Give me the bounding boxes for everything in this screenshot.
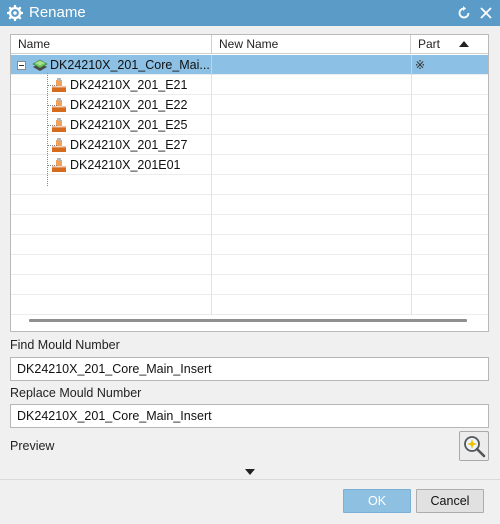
sort-ascending-icon[interactable] [459,41,469,47]
row-name: DK24210X_201_E22 [70,98,188,112]
column-header-new-name[interactable]: New Name [212,35,411,54]
gear-icon[interactable] [7,5,23,21]
row-name: DK24210X_201_E21 [70,78,188,92]
row-name: DK24210X_201E01 [70,158,181,172]
empty-row [11,175,488,195]
find-mould-number-input[interactable]: DK24210X_201_Core_Main_Insert [10,357,489,381]
preview-magnifier-icon [464,436,486,458]
replace-label: Replace Mould Number [10,386,142,400]
collapse-toggle-icon[interactable] [17,61,26,70]
rename-table[interactable]: Name New Name Part DK24210X_201_Core_Mai… [10,34,489,332]
column-header-part[interactable]: Part [411,35,488,54]
cancel-button[interactable]: Cancel [416,489,484,513]
empty-row [11,275,488,295]
replace-mould-number-input[interactable]: DK24210X_201_Core_Main_Insert [10,404,489,428]
table-body: DK24210X_201_Core_Mai... ※ DK24210X_201_… [11,55,488,315]
table-row[interactable]: DK24210X_201_Core_Mai... ※ [11,55,488,75]
tree-connector [47,165,57,166]
part-marker: ※ [415,58,426,72]
preview-button[interactable] [459,431,489,461]
empty-row [11,235,488,255]
preview-label: Preview [10,439,55,453]
reset-icon[interactable] [456,5,472,21]
row-name: DK24210X_201_E25 [70,118,188,132]
tree-connector [47,145,57,146]
assembly-icon [32,59,48,71]
empty-row [11,215,488,235]
column-header-name[interactable]: Name [11,35,212,54]
row-name: DK24210X_201_E27 [70,138,188,152]
window-title: Rename [29,4,86,21]
empty-row [11,295,488,315]
row-name: DK24210X_201_Core_Mai... [50,58,210,72]
divider [0,479,500,480]
table-row[interactable]: DK24210X_201_E25 [11,115,488,135]
tree-connector [47,105,57,106]
table-row[interactable]: DK24210X_201_E22 [11,95,488,115]
find-label: Find Mould Number [10,338,120,352]
ok-button[interactable]: OK [343,489,411,513]
horizontal-scrollbar[interactable] [29,319,467,322]
title-bar: Rename [0,0,500,26]
empty-row [11,195,488,215]
table-row[interactable]: DK24210X_201_E27 [11,135,488,155]
expand-more-icon[interactable] [245,469,255,475]
empty-row [11,255,488,275]
table-header: Name New Name Part [11,35,488,54]
close-icon[interactable] [478,5,494,21]
table-row[interactable]: DK24210X_201E01 [11,155,488,175]
tree-connector [47,85,57,86]
table-row[interactable]: DK24210X_201_E21 [11,75,488,95]
tree-connector [47,125,57,126]
tree-connector [47,73,48,186]
